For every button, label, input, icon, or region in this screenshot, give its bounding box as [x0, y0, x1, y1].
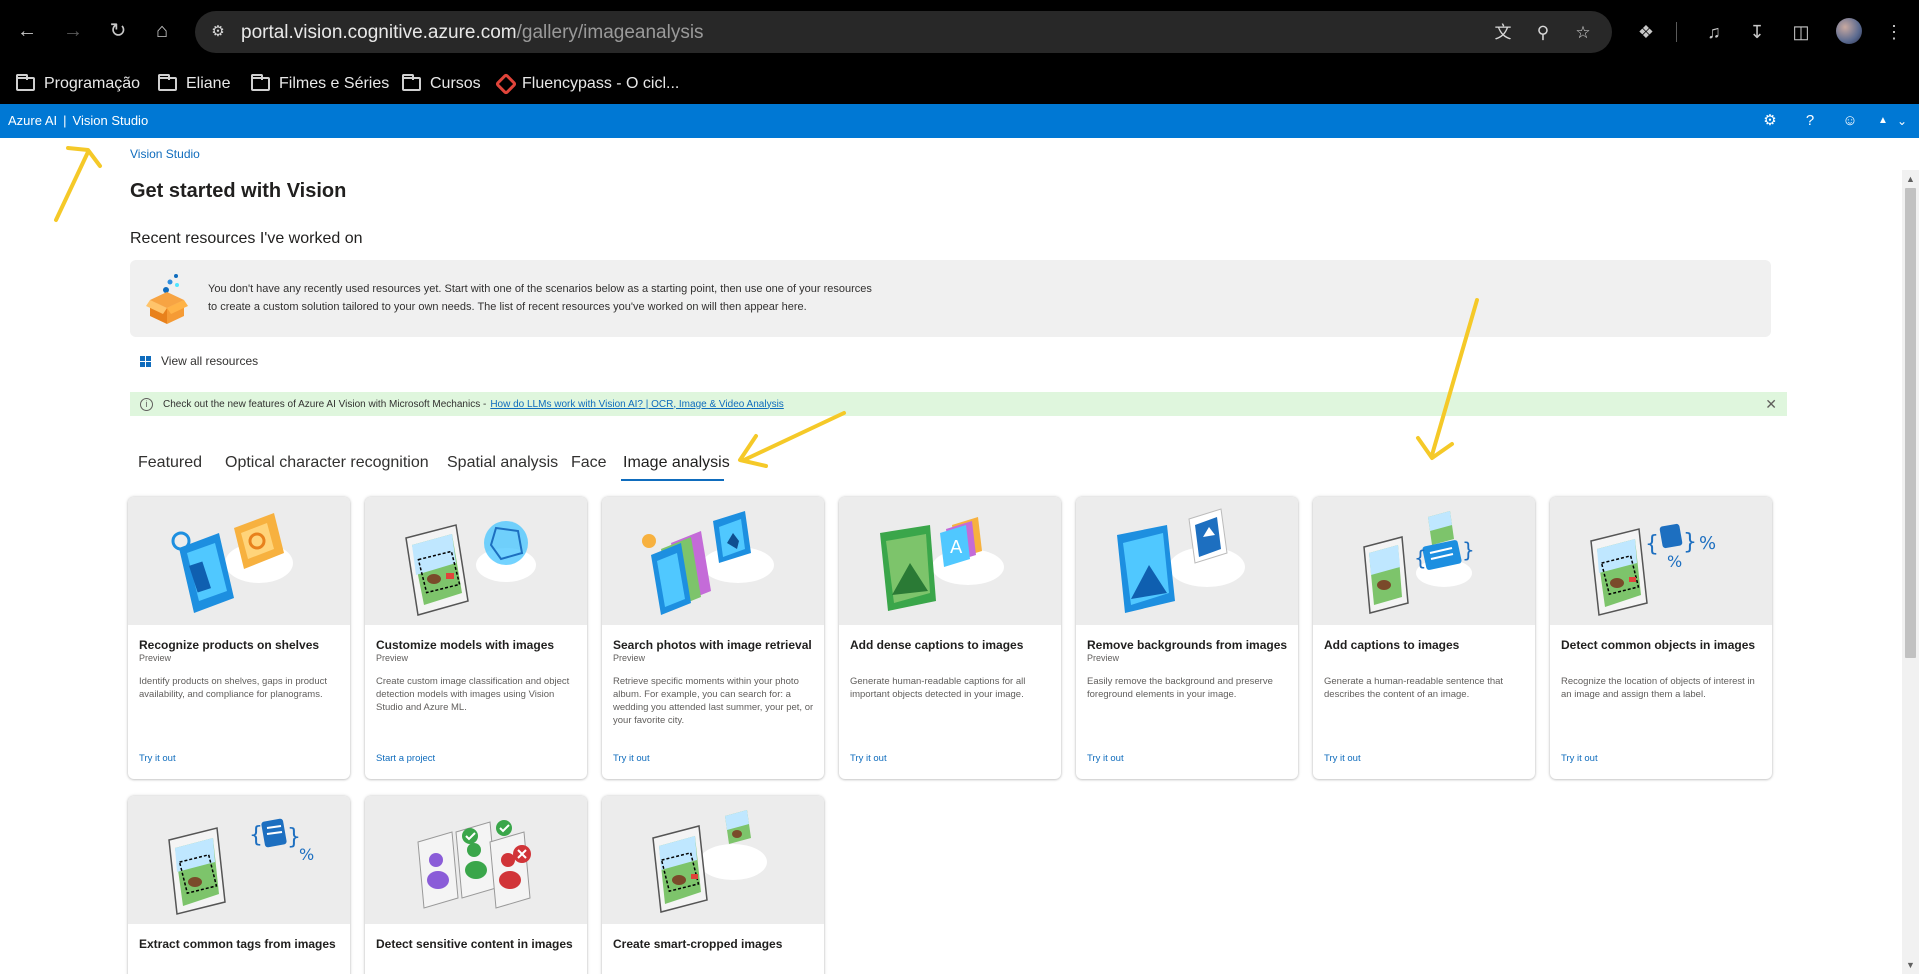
annotation-arrow-tab — [738, 411, 846, 468]
annotation-arrow-brand — [54, 146, 102, 222]
annotation-arrows — [54, 146, 1479, 468]
annotation-arrow-card — [1416, 298, 1479, 460]
